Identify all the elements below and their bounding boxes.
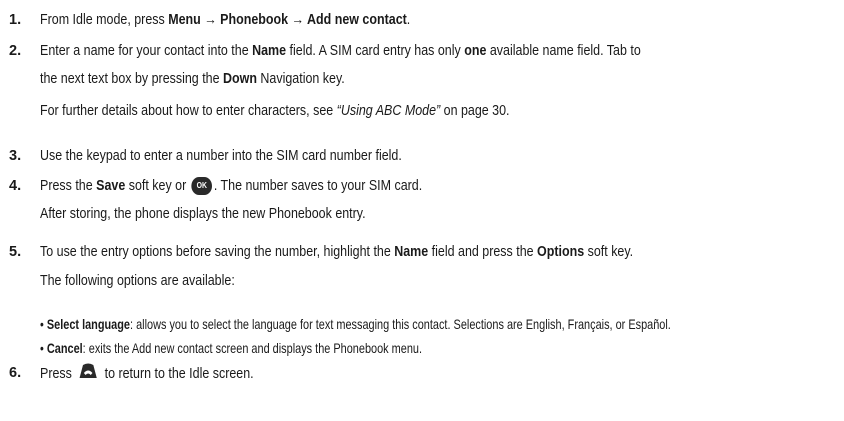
step-5-text-line2: The following options are available: (40, 273, 235, 289)
step-1-number: 1. (9, 12, 22, 28)
step-2-reference: For further details about how to enter c… (40, 103, 510, 119)
step-3-number: 3. (9, 148, 22, 164)
bullet-select-language: • Select language: allows you to select … (40, 316, 671, 332)
bullet-cancel: • Cancel: exits the Add new contact scre… (40, 340, 423, 356)
step-2-text-line2: the next text box by pressing the Down N… (40, 71, 345, 87)
step-4-text: Press the Save soft key or OK. The numbe… (40, 177, 423, 196)
step-4-text-line2: After storing, the phone displays the ne… (40, 206, 366, 222)
step-6-number: 6. (9, 365, 22, 381)
instruction-document: 1. From Idle mode, press Menu → Phoneboo… (0, 0, 844, 421)
step-5-number: 5. (9, 244, 22, 260)
step-2-text: Enter a name for your contact into the N… (40, 43, 641, 59)
end-key-icon (77, 363, 99, 385)
step-1-text: From Idle mode, press Menu → Phonebook →… (40, 12, 411, 28)
step-3-text: Use the keypad to enter a number into th… (40, 148, 402, 164)
step-4-number: 4. (9, 178, 22, 194)
step-5-text: To use the entry options before saving t… (40, 244, 634, 260)
step-6-text: Press to return to the Idle screen. (40, 363, 254, 385)
ok-key-icon: OK (191, 177, 213, 196)
step-2-number: 2. (9, 43, 22, 59)
